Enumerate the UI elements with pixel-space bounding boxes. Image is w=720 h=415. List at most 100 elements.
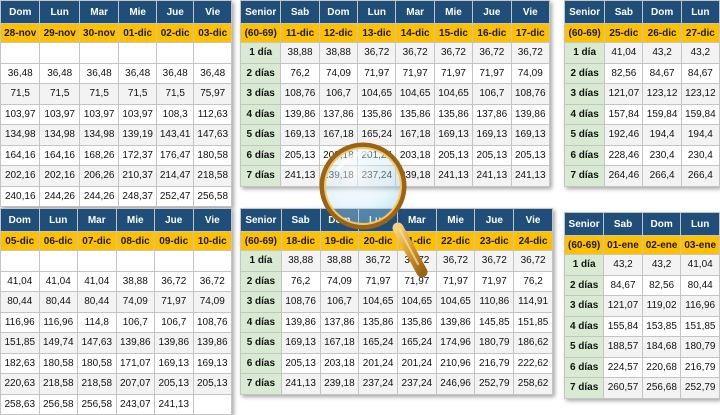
spacer-cell bbox=[192, 250, 232, 272]
price-cell: 210,37 bbox=[118, 165, 157, 187]
price-cell: 41,04 bbox=[77, 270, 117, 292]
price-cell: 239,18 bbox=[318, 165, 359, 187]
price-cell: 103,97 bbox=[39, 103, 80, 125]
date-header: 02-dic bbox=[155, 23, 195, 43]
date-header: (60-69) bbox=[563, 23, 606, 43]
rate-table-2: Senior Sab Dom Lun Mar Mie Jue Vie (60-69) 11-dic… bbox=[239, 0, 551, 187]
price-cell: 151,85 bbox=[0, 332, 40, 354]
column-header: Lun bbox=[358, 208, 398, 232]
price-cell: 201,24 bbox=[358, 352, 398, 374]
price-cell: 180,79 bbox=[680, 336, 720, 358]
price-cell: 220,68 bbox=[641, 356, 682, 378]
date-row: (60-69) 18-dic 19-dic 20-dic 21-dic 22-dic 23-… bbox=[240, 231, 553, 251]
table-row: 5 días 169,13 167,18 165,24 165,24 174,96 180,… bbox=[240, 332, 553, 354]
price-cell: 74,09 bbox=[319, 270, 360, 292]
price-cell: 137,86 bbox=[319, 311, 360, 333]
date-header: 01-ene bbox=[603, 235, 643, 255]
price-cell: 80,44 bbox=[38, 291, 78, 313]
price-cell: 256,58 bbox=[193, 185, 232, 207]
table-row: 164,16 164,16 168,26 172,37 176,47 180,58 bbox=[0, 144, 232, 166]
column-header: Jue bbox=[154, 208, 194, 232]
price-cell: 188,57 bbox=[603, 336, 643, 358]
price-cell: 76,2 bbox=[513, 270, 553, 292]
column-header: Mie bbox=[435, 208, 476, 232]
price-cell: 123,12 bbox=[680, 83, 720, 105]
price-cell: 153,85 bbox=[641, 315, 682, 337]
column-header: Dom bbox=[642, 0, 682, 24]
price-cell: 71,97 bbox=[358, 270, 398, 292]
column-header: Lun bbox=[680, 212, 720, 236]
price-cell: 38,88 bbox=[318, 42, 359, 64]
price-cell: 74,09 bbox=[510, 62, 551, 84]
price-cell: 71,5 bbox=[155, 83, 195, 105]
price-cell: 256,58 bbox=[77, 393, 117, 415]
table-row: 4 días 139,86 137,86 135,86 135,86 135,86 137,… bbox=[239, 103, 551, 125]
duration-label: 5 días bbox=[563, 336, 605, 358]
price-cell: 137,86 bbox=[318, 103, 359, 125]
date-header: 29-nov bbox=[39, 23, 80, 43]
price-cell: 205,13 bbox=[154, 373, 194, 395]
date-header: 17-dic bbox=[510, 23, 551, 43]
price-cell: 241,13 bbox=[280, 373, 321, 395]
duration-label: 1 día bbox=[239, 42, 282, 64]
price-cell: 76,2 bbox=[280, 270, 321, 292]
price-cell: 169,13 bbox=[192, 352, 232, 374]
date-header: 25-dic bbox=[604, 23, 644, 43]
date-header: 18-dic bbox=[280, 231, 321, 251]
price-cell: 43,2 bbox=[680, 42, 720, 64]
price-cell: 84,67 bbox=[603, 274, 643, 296]
table-row: 2 días 76,2 74,09 71,97 71,97 71,97 71,97 74,09 bbox=[239, 62, 551, 84]
header-row: Senior Sab Dom Lun bbox=[563, 0, 720, 24]
column-header: Sab bbox=[280, 208, 321, 232]
table-row: 41,04 41,04 41,04 38,88 36,72 36,72 bbox=[0, 270, 232, 292]
spacer-cell bbox=[0, 250, 40, 272]
price-cell: 222,62 bbox=[513, 352, 553, 374]
price-cell: 203,18 bbox=[318, 144, 359, 166]
table-row: 6 días 205,13 203,18 201,24 201,24 210,96 216,… bbox=[240, 352, 553, 374]
date-header: (60-69) bbox=[563, 235, 605, 255]
price-cell: 36,48 bbox=[0, 62, 41, 84]
price-cell: 108,76 bbox=[280, 291, 321, 313]
column-header: Senior bbox=[563, 0, 606, 24]
column-header: Lun bbox=[38, 208, 78, 232]
price-cell: 205,13 bbox=[280, 352, 321, 374]
date-header: 24-dic bbox=[513, 231, 553, 251]
column-header: Mar bbox=[78, 0, 120, 24]
price-cell: 256,68 bbox=[641, 377, 682, 399]
table-row: 2 días 76,2 74,09 71,97 71,97 71,97 71,97 76,2 bbox=[240, 270, 553, 292]
table-row: 71,5 71,5 71,5 71,5 71,5 75,97 bbox=[0, 83, 232, 105]
price-cell: 41,04 bbox=[38, 270, 78, 292]
column-header: Vie bbox=[193, 0, 232, 24]
price-cell: 103,97 bbox=[0, 103, 41, 125]
price-cell: 71,5 bbox=[78, 83, 120, 105]
price-cell: 123,12 bbox=[642, 83, 682, 105]
price-cell: 36,72 bbox=[435, 250, 476, 272]
duration-label: 5 días bbox=[240, 332, 282, 354]
price-cell: 241,13 bbox=[154, 393, 194, 415]
column-header: Mar bbox=[396, 208, 437, 232]
price-cell: 106,7 bbox=[154, 311, 194, 333]
price-cell: 169,13 bbox=[472, 124, 512, 146]
price-cell: 180,79 bbox=[474, 332, 515, 354]
duration-label: 7 días bbox=[563, 377, 605, 399]
price-cell: 134,98 bbox=[78, 124, 120, 146]
date-header: 03-ene bbox=[680, 235, 720, 255]
column-header: Dom bbox=[318, 0, 359, 24]
spacer-cell bbox=[154, 250, 194, 272]
price-cell bbox=[192, 393, 232, 415]
duration-label: 6 días bbox=[239, 144, 282, 166]
duration-label: 3 días bbox=[563, 83, 606, 105]
price-cell: 258,63 bbox=[0, 393, 40, 415]
price-cell: 38,88 bbox=[319, 250, 360, 272]
price-cell: 71,97 bbox=[435, 270, 476, 292]
spacer-cell bbox=[193, 42, 232, 64]
price-cell: 139,86 bbox=[280, 311, 321, 333]
price-cell: 104,65 bbox=[396, 291, 437, 313]
price-cell: 139,86 bbox=[115, 332, 155, 354]
spacer-cell bbox=[155, 42, 195, 64]
table-row: 1 día 38,88 38,88 36,72 36,72 36,72 36,72 36,72 bbox=[239, 42, 551, 64]
price-cell: 203,18 bbox=[395, 144, 435, 166]
duration-label: 1 día bbox=[563, 254, 605, 276]
price-cell: 38,88 bbox=[115, 270, 155, 292]
price-cell: 241,13 bbox=[510, 165, 551, 187]
